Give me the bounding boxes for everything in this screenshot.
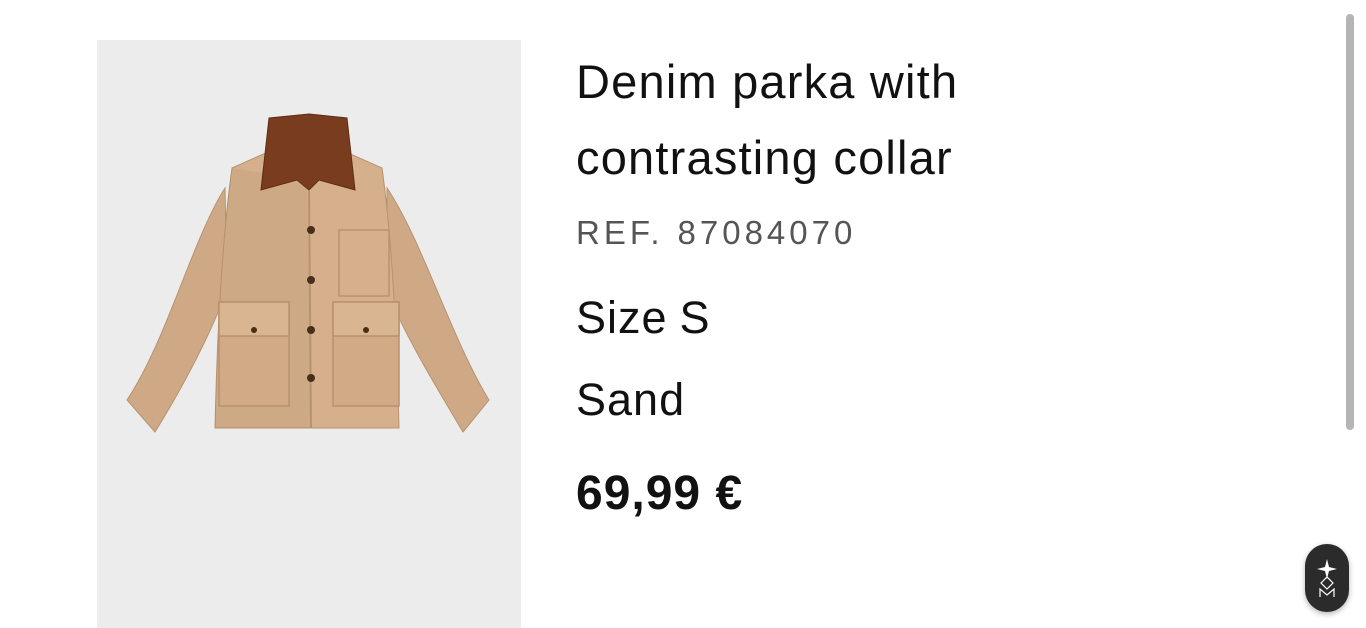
product-color: Sand [576, 374, 686, 425]
product-title: Denim parka with contrasting collar [576, 44, 1296, 196]
jacket-illustration [126, 113, 490, 433]
product-info: Denim parka with contrasting collar REF.… [576, 44, 1296, 521]
product-title-line1: Denim parka with [576, 55, 959, 108]
product-image[interactable] [97, 40, 521, 628]
product-size: Size S [576, 292, 1296, 344]
size-value: S [679, 292, 711, 343]
product-reference: REF. 87084070 [576, 214, 1296, 252]
sparkle-logo-icon [1317, 559, 1337, 597]
ref-number: 87084070 [677, 214, 857, 251]
size-label: Size [576, 292, 668, 343]
ref-label: REF. [576, 214, 664, 251]
scrollbar-thumb[interactable] [1346, 14, 1354, 430]
product-price: 69,99 € [576, 467, 744, 520]
product-page: Denim parka with contrasting collar REF.… [0, 0, 1366, 628]
floating-assistant-button[interactable] [1305, 544, 1349, 612]
product-title-line2: contrasting collar [576, 131, 953, 184]
page-scrollbar[interactable] [1346, 14, 1356, 430]
